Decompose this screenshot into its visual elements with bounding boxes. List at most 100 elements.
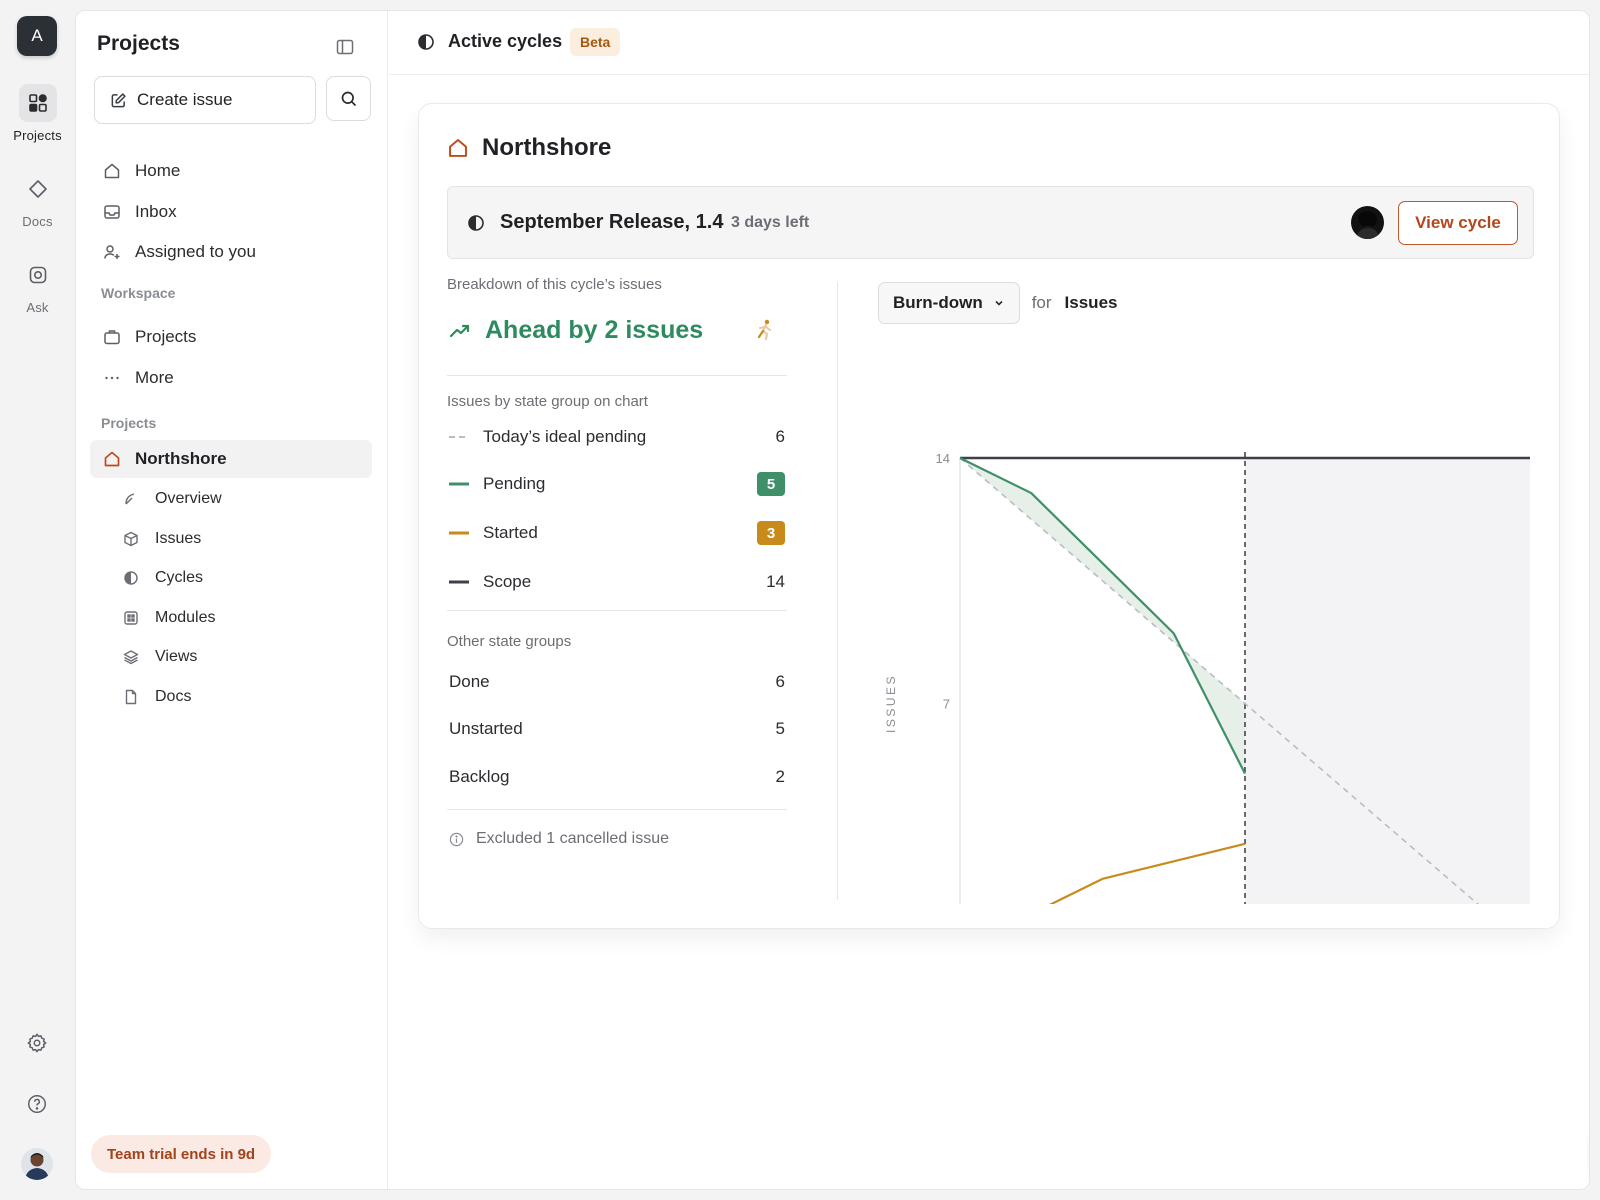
create-issue-label: Create issue xyxy=(137,90,233,109)
search-icon xyxy=(341,91,356,106)
nav-label: Assigned to you xyxy=(135,242,256,261)
legend-label: Today’s ideal pending xyxy=(483,427,647,446)
nav-more[interactable]: More xyxy=(90,359,372,397)
cycle-card: Northshore September Release, 1.4 3 days… xyxy=(418,103,1560,929)
y-tick-label: 7 xyxy=(943,697,950,712)
overview-icon xyxy=(121,489,141,509)
line-swatch xyxy=(449,474,469,494)
nav-cycles[interactable]: Cycles xyxy=(90,559,372,597)
cycle-icon xyxy=(467,214,485,232)
nav-label: Docs xyxy=(155,688,192,705)
chart-mode-label: Burn-down xyxy=(893,293,983,312)
project-title: Northshore xyxy=(482,134,612,161)
breakdown-caption: Breakdown of this cycle’s issues xyxy=(447,276,662,293)
sidebar-collapse-button[interactable] xyxy=(333,35,357,59)
workspace-badge[interactable]: A xyxy=(17,16,57,56)
cycle-name: September Release, 1.4 xyxy=(500,211,724,233)
future-shade xyxy=(1245,458,1530,904)
nav-label: Views xyxy=(155,648,198,665)
group-label: Backlog xyxy=(449,767,510,786)
user-plus-icon xyxy=(102,242,122,262)
info-icon xyxy=(449,832,464,846)
divider xyxy=(447,809,787,810)
modules-icon xyxy=(121,608,141,628)
file-icon xyxy=(121,687,141,707)
nav-docs[interactable]: Docs xyxy=(90,678,372,716)
ahead-label: Ahead by 2 issues xyxy=(485,316,704,344)
chart-mode-select[interactable]: Burn-down xyxy=(878,282,1020,324)
legend-value: 6 xyxy=(775,427,785,446)
group-label: Unstarted xyxy=(449,719,523,738)
chart-groups-caption: Issues by state group on chart xyxy=(447,393,648,410)
briefcase-icon xyxy=(102,327,122,347)
nav-label: Issues xyxy=(155,530,202,547)
user-avatar[interactable] xyxy=(21,1148,53,1180)
section-label-projects: Projects xyxy=(101,415,157,431)
nav-overview[interactable]: Overview xyxy=(90,480,372,518)
metric-label: Issues xyxy=(1064,293,1118,312)
search-button[interactable] xyxy=(326,76,371,121)
trending-up-icon xyxy=(449,324,470,337)
cycle-icon xyxy=(417,33,435,51)
chat-button[interactable] xyxy=(1589,1126,1590,1180)
edit-icon xyxy=(111,92,126,107)
group-value: 5 xyxy=(775,719,785,738)
y-tick-label: 14 xyxy=(936,451,950,466)
nav-home[interactable]: Home xyxy=(90,152,372,190)
help-button[interactable] xyxy=(21,1088,53,1120)
nav-label: Projects xyxy=(135,327,197,346)
nav-label: Home xyxy=(135,161,181,180)
inbox-icon xyxy=(102,202,122,222)
nav-views[interactable]: Views xyxy=(90,638,372,676)
settings-button[interactable] xyxy=(21,1027,53,1059)
other-groups-caption: Other state groups xyxy=(447,633,572,650)
nav-project-northshore[interactable]: Northshore xyxy=(90,440,372,478)
home-icon xyxy=(102,449,122,469)
series-pending xyxy=(959,457,1246,775)
nav-workspace-projects[interactable]: Projects xyxy=(90,318,372,356)
nav-label: Northshore xyxy=(135,449,227,468)
ahead-area xyxy=(960,458,1245,774)
view-cycle-button[interactable]: View cycle xyxy=(1398,201,1518,245)
chart-controls: Burn-down for Issues xyxy=(878,282,1117,324)
ahead-status: Ahead by 2 issues xyxy=(449,316,703,345)
create-issue-button[interactable]: Create issue xyxy=(94,76,316,124)
app-rail: A Projects Docs Ask xyxy=(0,0,75,1200)
rail-item-ask[interactable]: Ask xyxy=(0,256,75,315)
excluded-label: Excluded 1 cancelled issue xyxy=(476,830,670,847)
rail-item-projects[interactable]: Projects xyxy=(0,84,75,143)
gear-icon xyxy=(27,1033,47,1053)
nav-modules[interactable]: Modules xyxy=(90,599,372,637)
series-started xyxy=(1048,842,1246,904)
layers-icon xyxy=(121,647,141,667)
sidebar: Projects Create issue Home Inbox Assigne… xyxy=(76,11,388,1189)
dashed-swatch xyxy=(449,427,469,447)
nav-assigned[interactable]: Assigned to you xyxy=(90,233,372,271)
divider xyxy=(447,610,787,611)
count-chip: 3 xyxy=(757,521,785,545)
nav-issues[interactable]: Issues xyxy=(90,520,372,558)
for-label: for xyxy=(1031,293,1052,312)
ask-icon xyxy=(19,256,57,294)
legend-row-scope: Scope 14 xyxy=(449,568,785,596)
nav-label: Inbox xyxy=(135,202,177,221)
legend-label: Pending xyxy=(483,474,546,493)
main-panel: Projects Create issue Home Inbox Assigne… xyxy=(75,10,1590,1190)
nav-inbox[interactable]: Inbox xyxy=(90,193,372,231)
legend-label: Scope xyxy=(483,572,532,591)
line-swatch xyxy=(449,523,469,543)
rail-item-docs[interactable]: Docs xyxy=(0,170,75,229)
trial-badge[interactable]: Team trial ends in 9d xyxy=(91,1135,272,1173)
rail-label: Docs xyxy=(22,214,53,229)
other-row-backlog: Backlog 2 xyxy=(449,763,785,791)
rail-label: Ask xyxy=(26,300,49,315)
sidebar-title: Projects xyxy=(97,32,180,55)
y-axis-label: ISSUES xyxy=(884,674,898,733)
legend-label: Started xyxy=(483,523,538,542)
divider xyxy=(447,375,787,376)
group-value: 2 xyxy=(775,767,785,786)
runner-icon xyxy=(753,318,777,342)
beta-badge: Beta xyxy=(570,28,621,56)
cycle-icon xyxy=(121,568,141,588)
home-icon xyxy=(102,161,122,181)
